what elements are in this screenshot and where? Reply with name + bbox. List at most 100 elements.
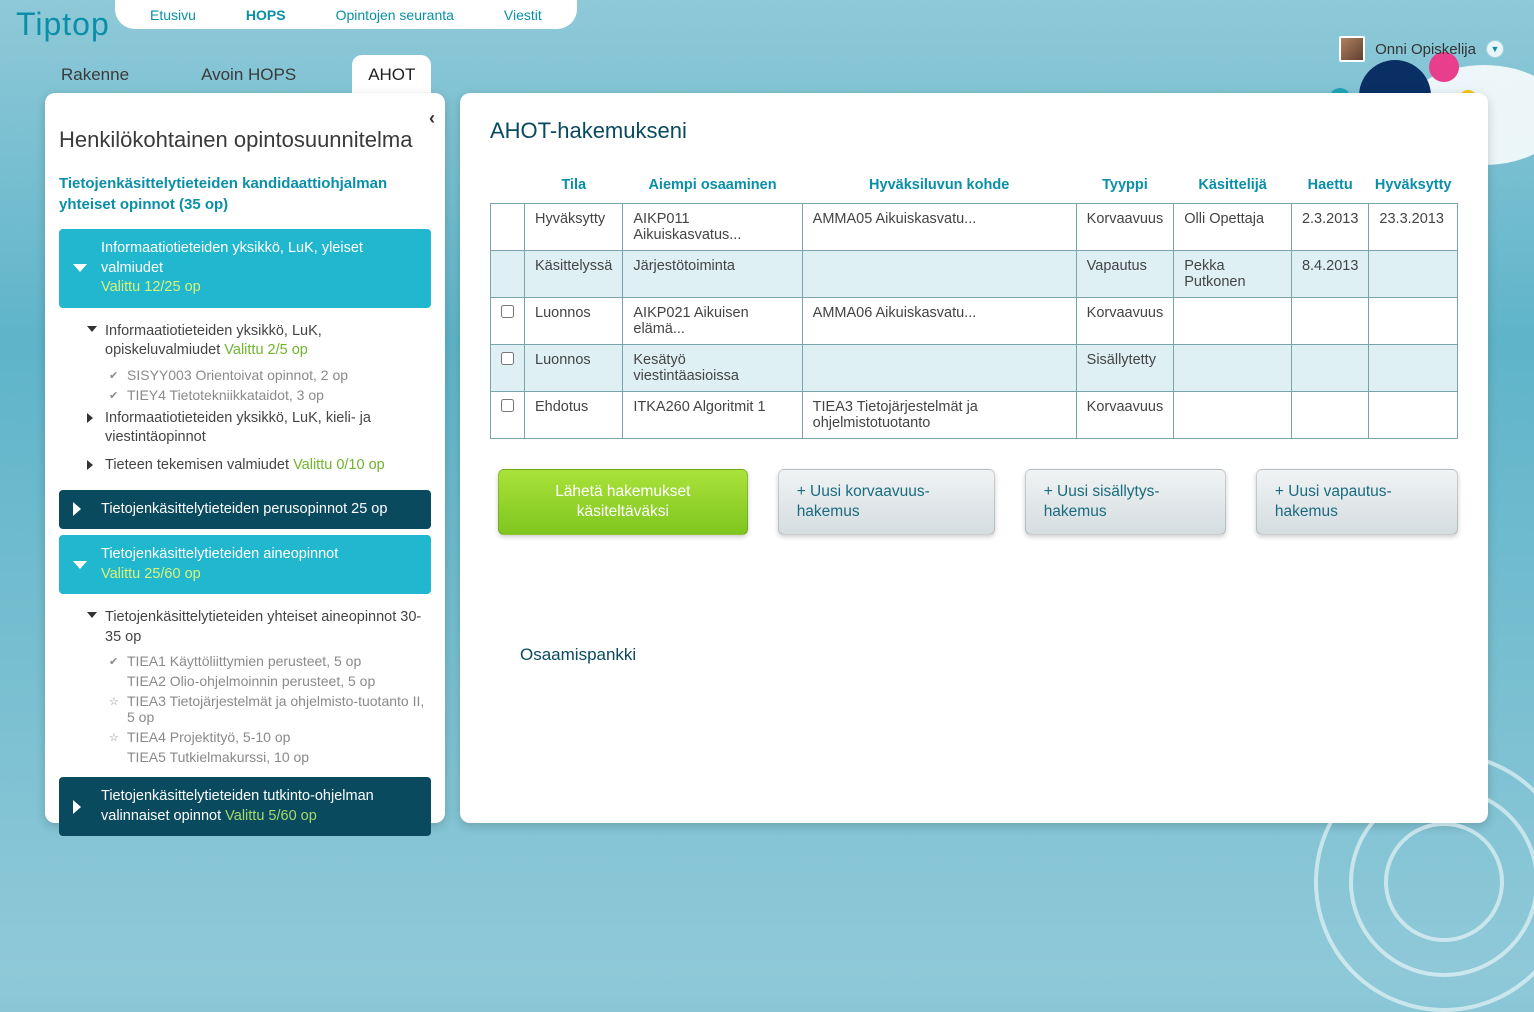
- nav-etusivu[interactable]: Etusivu: [150, 7, 196, 23]
- row-checkbox[interactable]: [501, 305, 514, 318]
- tab-ahot[interactable]: AHOT: [352, 55, 431, 93]
- node-yhteiset-aineopinnot[interactable]: Tietojenkäsittelytieteiden yhteiset aine…: [83, 604, 431, 651]
- row-checkbox-cell: [491, 298, 525, 345]
- cell-tila: Luonnos: [525, 345, 623, 392]
- chevron-right-icon: [73, 502, 81, 516]
- cell-kasit: Pekka Putkonen: [1174, 251, 1292, 298]
- node-label: Informaatiotieteiden yksikkö, LuK, kieli…: [105, 410, 371, 446]
- group-yleiset-valmiudet[interactable]: Informaatiotieteiden yksikkö, LuK, yleis…: [59, 229, 431, 308]
- cell-haettu: [1291, 345, 1368, 392]
- table-row[interactable]: LuonnosKesätyö viestintäasioissaSisällyt…: [491, 345, 1458, 392]
- nav-opintojen-seuranta[interactable]: Opintojen seuranta: [336, 7, 454, 23]
- node-tieteen-tekemisen[interactable]: Tieteen tekemisen valmiudet Valittu 0/10…: [83, 452, 431, 480]
- group-valinnaiset[interactable]: Tietojenkäsittelytieteiden tutkinto-ohje…: [59, 777, 431, 836]
- cell-kohde: TIEA3 Tietojärjestelmät ja ohjelmistotuo…: [802, 392, 1076, 439]
- node-label: Tieteen tekemisen valmiudet: [105, 457, 289, 473]
- course-item[interactable]: ☆TIEA4 Projektityö, 5-10 op: [103, 727, 431, 747]
- table-row[interactable]: LuonnosAIKP021 Aikuisen elämä...AMMA06 A…: [491, 298, 1458, 345]
- nav-hops[interactable]: HOPS: [246, 7, 286, 23]
- group-sub: Valittu 25/60 op: [101, 566, 201, 582]
- cell-kasit: [1174, 298, 1292, 345]
- applications-table: Tila Aiempi osaaminen Hyväksiluvun kohde…: [490, 169, 1458, 439]
- cell-kasit: [1174, 392, 1292, 439]
- col-tyyppi[interactable]: Tyyppi: [1076, 169, 1174, 204]
- chevron-down-icon[interactable]: ▼: [1486, 40, 1504, 58]
- course-item[interactable]: ✔TIEY4 Tietotekniikkataidot, 3 op: [103, 385, 431, 405]
- cell-tyyppi: Sisällytetty: [1076, 345, 1174, 392]
- left-panel: ‹ Henkilökohtainen opintosuunnitelma Tie…: [45, 93, 445, 823]
- col-aiempi[interactable]: Aiempi osaaminen: [623, 169, 802, 204]
- row-checkbox[interactable]: [501, 399, 514, 412]
- tree: Informaatiotieteiden yksikkö, LuK, opisk…: [59, 314, 431, 484]
- col-checkbox: [491, 169, 525, 204]
- row-checkbox-cell: [491, 392, 525, 439]
- table-row[interactable]: KäsittelyssäJärjestötoiminta VapautusPekk…: [491, 251, 1458, 298]
- course-item[interactable]: ✔TIEA1 Käyttöliittymien perusteet, 5 op: [103, 651, 431, 671]
- col-tila[interactable]: Tila: [525, 169, 623, 204]
- cell-hyv: [1369, 251, 1458, 298]
- tree: Tietojenkäsittelytieteiden yhteiset aine…: [59, 600, 431, 771]
- node-kieli-viestinta[interactable]: Informaatiotieteiden yksikkö, LuK, kieli…: [83, 405, 431, 452]
- cell-kohde: AMMA06 Aikuiskasvatu...: [802, 298, 1076, 345]
- cell-tila: Hyväksytty: [525, 204, 623, 251]
- table-row[interactable]: EhdotusITKA260 Algoritmit 1TIEA3 Tietojä…: [491, 392, 1458, 439]
- tab-avoin-hops[interactable]: Avoin HOPS: [185, 55, 312, 93]
- group-sub: Valittu 5/60 op: [225, 808, 317, 824]
- col-haettu[interactable]: Haettu: [1291, 169, 1368, 204]
- cell-tila: Luonnos: [525, 298, 623, 345]
- submit-button[interactable]: Lähetä hakemukset käsiteltäväksi: [498, 469, 748, 535]
- cell-hyv: 23.3.2013: [1369, 204, 1458, 251]
- node-label: Tietojenkäsittelytieteiden yhteiset aine…: [105, 609, 421, 645]
- course-item[interactable]: TIEA5 Tutkielmakurssi, 10 op: [103, 747, 431, 767]
- cell-haettu: [1291, 298, 1368, 345]
- col-kohde[interactable]: Hyväksiluvun kohde: [802, 169, 1076, 204]
- cell-aiempi: Järjestötoiminta: [623, 251, 802, 298]
- col-hyvaksytty[interactable]: Hyväksytty: [1369, 169, 1458, 204]
- check-icon: ✔: [109, 389, 118, 402]
- cell-hyv: [1369, 345, 1458, 392]
- chevron-right-icon: [87, 460, 93, 470]
- row-checkbox-cell: [491, 251, 525, 298]
- nav-viestit[interactable]: Viestit: [504, 7, 542, 23]
- cell-haettu: [1291, 392, 1368, 439]
- col-kasittelija[interactable]: Käsittelijä: [1174, 169, 1292, 204]
- course-item[interactable]: ✔SISYY003 Orientoivat opinnot, 2 op: [103, 365, 431, 385]
- group-aineopinnot[interactable]: Tietojenkäsittelytieteiden aineopinnot V…: [59, 535, 431, 594]
- cell-tila: Käsittelyssä: [525, 251, 623, 298]
- top-nav: Etusivu HOPS Opintojen seuranta Viestit: [115, 0, 577, 29]
- row-checkbox[interactable]: [501, 352, 514, 365]
- node-opiskeluvalmiudet[interactable]: Informaatiotieteiden yksikkö, LuK, opisk…: [83, 318, 431, 365]
- new-korvaavuus-button[interactable]: + Uusi korvaavuus-hakemus: [778, 469, 995, 535]
- chevron-down-icon: [73, 264, 87, 272]
- new-vapautus-button[interactable]: + Uusi vapautus-hakemus: [1256, 469, 1458, 535]
- header: Tiptop Etusivu HOPS Opintojen seuranta V…: [0, 0, 1534, 60]
- cell-kohde: AMMA05 Aikuiskasvatu...: [802, 204, 1076, 251]
- course-item[interactable]: ☆ TIEA3 Tietojärjestelmät ja ohjelmisto-t…: [103, 691, 431, 727]
- action-buttons: Lähetä hakemukset käsiteltäväksi + Uusi …: [490, 469, 1458, 535]
- group-label: Informaatiotieteiden yksikkö, LuK, yleis…: [101, 240, 363, 276]
- user-box[interactable]: Onni Opiskelija ▼: [1339, 36, 1504, 62]
- course-label: TIEA3 Tietojärjestelmät ja ohjelmisto-tu…: [127, 693, 424, 725]
- cell-tyyppi: Vapautus: [1076, 251, 1174, 298]
- avatar: [1339, 36, 1365, 62]
- group-sub: Valittu 12/25 op: [101, 279, 201, 295]
- table-row[interactable]: HyväksyttyAIKP011 Aikuiskasvatus...AMMA0…: [491, 204, 1458, 251]
- tab-rakenne[interactable]: Rakenne: [45, 55, 145, 93]
- cell-aiempi: AIKP021 Aikuisen elämä...: [623, 298, 802, 345]
- cell-tyyppi: Korvaavuus: [1076, 392, 1174, 439]
- course-item[interactable]: TIEA2 Olio-ohjelmoinnin perusteet, 5 op: [103, 671, 431, 691]
- group-label: Tietojenkäsittelytieteiden aineopinnot: [101, 546, 338, 562]
- course-label: TIEA5 Tutkielmakurssi, 10 op: [127, 749, 309, 765]
- chevron-right-icon: [73, 800, 81, 814]
- chevron-right-icon: [87, 413, 93, 423]
- new-sisallytys-button[interactable]: + Uusi sisällytys-hakemus: [1025, 469, 1226, 535]
- cell-tila: Ehdotus: [525, 392, 623, 439]
- star-icon: ☆: [109, 695, 119, 708]
- cell-kohde: [802, 251, 1076, 298]
- node-sub: Valittu 0/10 op: [293, 457, 385, 473]
- group-perusopinnot[interactable]: Tietojenkäsittelytieteiden perusopinnot …: [59, 490, 431, 530]
- group-label: Tietojenkäsittelytieteiden perusopinnot …: [101, 501, 387, 517]
- cell-haettu: 8.4.2013: [1291, 251, 1368, 298]
- chevron-down-icon: [73, 561, 87, 569]
- collapse-left-icon[interactable]: ‹: [429, 108, 435, 129]
